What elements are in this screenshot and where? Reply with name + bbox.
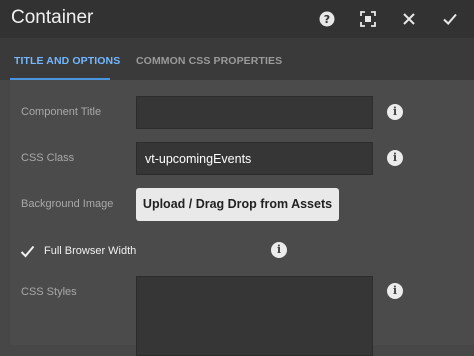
component-title-label: Component Title <box>21 106 102 118</box>
css-styles-label: CSS Styles <box>21 286 77 298</box>
tab-common-css-properties[interactable]: COMMON CSS PROPERTIES <box>136 55 282 67</box>
dialog-header: Container ? <box>0 0 474 38</box>
svg-text:?: ? <box>324 13 330 26</box>
css-styles-textarea[interactable] <box>136 276 373 356</box>
close-icon[interactable] <box>400 10 418 28</box>
background-image-label: Background Image <box>21 198 114 210</box>
help-icon[interactable]: ? <box>318 10 336 28</box>
checkmark-icon[interactable] <box>441 10 459 28</box>
tab-title-and-options[interactable]: TITLE AND OPTIONS <box>14 55 120 67</box>
dialog-title: Container <box>11 7 94 28</box>
css-class-label: CSS Class <box>21 152 75 164</box>
css-class-field[interactable]: vt-upcomingEvents <box>136 142 373 175</box>
full-browser-width-label: Full Browser Width <box>44 245 137 257</box>
info-icon[interactable]: i <box>387 150 403 166</box>
info-icon[interactable]: i <box>387 283 403 299</box>
upload-assets-button[interactable]: Upload / Drag Drop from Assets <box>136 188 339 221</box>
full-browser-width-checkbox[interactable] <box>20 244 35 259</box>
css-class-value: vt-upcomingEvents <box>145 152 252 166</box>
fullscreen-icon[interactable] <box>359 10 377 28</box>
info-icon[interactable]: i <box>387 104 403 120</box>
component-title-field[interactable] <box>136 96 373 129</box>
tab-bar: TITLE AND OPTIONS COMMON CSS PROPERTIES <box>0 38 474 80</box>
info-icon[interactable]: i <box>271 242 287 258</box>
